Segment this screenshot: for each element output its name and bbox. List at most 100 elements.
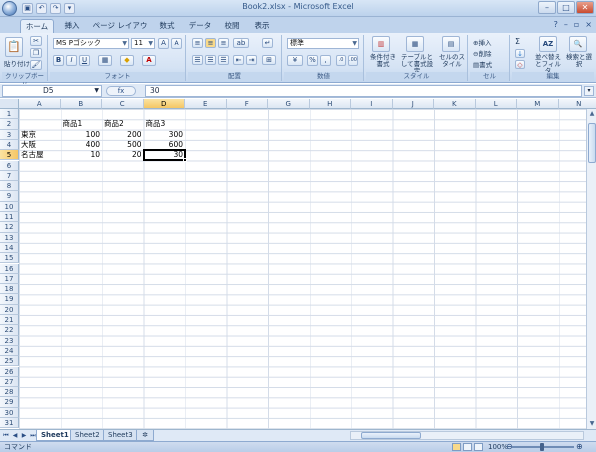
- row-header-12[interactable]: 12: [0, 222, 19, 233]
- row-header-27[interactable]: 27: [0, 376, 19, 388]
- percent-button[interactable]: %: [307, 55, 318, 66]
- row-header-24[interactable]: 24: [0, 345, 19, 357]
- cell-b3[interactable]: 100: [61, 130, 103, 140]
- format-cells-button[interactable]: ▤書式: [473, 59, 492, 69]
- cell-c4[interactable]: 500: [102, 140, 144, 150]
- row-header-21[interactable]: 21: [0, 315, 19, 326]
- page-break-view-icon[interactable]: [474, 443, 483, 451]
- row-header-30[interactable]: 30: [0, 407, 19, 418]
- row-header-25[interactable]: 25: [0, 356, 19, 367]
- find-select-icon[interactable]: 🔍: [569, 36, 587, 52]
- row-header-18[interactable]: 18: [0, 284, 19, 295]
- row-header-3[interactable]: 3: [0, 129, 19, 140]
- row-header-29[interactable]: 29: [0, 397, 19, 408]
- row-header-4[interactable]: 4: [0, 139, 19, 151]
- tab-page-layout[interactable]: ページ レイアウト: [92, 19, 148, 43]
- column-header-a[interactable]: A: [19, 99, 61, 109]
- cell-a4[interactable]: 大阪: [19, 140, 61, 150]
- currency-icon[interactable]: ¥: [287, 55, 303, 66]
- fill-handle[interactable]: [183, 158, 187, 163]
- help-icon[interactable]: ?: [554, 20, 558, 29]
- decrease-indent-icon[interactable]: ⇤: [233, 55, 244, 65]
- cell-b4[interactable]: 400: [61, 140, 103, 150]
- scroll-down-icon[interactable]: ▼: [587, 419, 596, 429]
- cell-b5[interactable]: 10: [61, 150, 103, 160]
- cell-styles-label[interactable]: セルのスタイル: [437, 54, 467, 68]
- normal-view-icon[interactable]: [452, 443, 461, 451]
- cell-c3[interactable]: 200: [102, 130, 144, 140]
- row-header-31[interactable]: 31: [0, 418, 19, 429]
- formula-input[interactable]: 30: [145, 85, 582, 97]
- column-header-m[interactable]: M: [517, 99, 559, 109]
- font-name-select[interactable]: MS Pゴシック ▼: [53, 38, 129, 49]
- row-header-16[interactable]: 16: [0, 263, 19, 274]
- bold-button[interactable]: B: [53, 55, 64, 66]
- tab-data[interactable]: データ: [186, 19, 214, 33]
- merge-center-icon[interactable]: ⊞: [262, 55, 276, 65]
- font-size-select[interactable]: 11 ▼: [131, 38, 155, 49]
- row-header-17[interactable]: 17: [0, 273, 19, 285]
- row-header-1[interactable]: 1: [0, 109, 19, 120]
- comma-button[interactable]: ,: [320, 55, 331, 66]
- shrink-font-icon[interactable]: A: [171, 38, 182, 49]
- next-sheet-icon[interactable]: ▶: [20, 431, 28, 440]
- name-box[interactable]: D5 ▼: [2, 85, 102, 97]
- tab-insert[interactable]: 挿入: [58, 19, 86, 33]
- column-header-c[interactable]: C: [102, 99, 144, 109]
- prev-sheet-icon[interactable]: ◀: [11, 431, 19, 440]
- row-header-28[interactable]: 28: [0, 387, 19, 398]
- align-top-icon[interactable]: ≡: [192, 38, 203, 48]
- sheet-tab-sheet2[interactable]: Sheet2: [70, 430, 105, 441]
- italic-button[interactable]: I: [66, 55, 77, 66]
- cell-a3[interactable]: 東京: [19, 130, 61, 140]
- insert-sheet-icon[interactable]: ✲: [136, 430, 154, 441]
- column-header-i[interactable]: I: [351, 99, 393, 109]
- column-header-g[interactable]: G: [268, 99, 310, 109]
- format-as-table-icon[interactable]: ▦: [406, 36, 424, 52]
- paste-icon[interactable]: 📋: [5, 37, 23, 57]
- cell-styles-icon[interactable]: ▤: [442, 36, 460, 52]
- wrap-text-icon[interactable]: ↵: [262, 38, 273, 48]
- cell-b2[interactable]: 商品1: [61, 119, 103, 129]
- vertical-scrollbar[interactable]: ▲ ▼: [586, 109, 596, 429]
- row-header-19[interactable]: 19: [0, 294, 19, 305]
- sort-filter-icon[interactable]: AZ: [539, 36, 557, 52]
- maximize-button[interactable]: □: [557, 1, 575, 14]
- zoom-in-icon[interactable]: ⊕: [576, 442, 583, 452]
- insert-function-button[interactable]: fx: [106, 86, 136, 96]
- conditional-format-label[interactable]: 条件付き書式: [367, 54, 399, 68]
- increase-indent-icon[interactable]: ⇥: [246, 55, 257, 65]
- expand-formula-bar-icon[interactable]: ▾: [584, 86, 594, 96]
- sheet-tab-sheet1[interactable]: Sheet1: [36, 430, 74, 441]
- align-bottom-icon[interactable]: ≡: [218, 38, 229, 48]
- delete-cells-button[interactable]: ⊖削除: [473, 48, 491, 58]
- column-header-e[interactable]: E: [185, 99, 227, 109]
- first-sheet-icon[interactable]: ⏮: [2, 431, 10, 440]
- fill-color-icon[interactable]: ◆: [120, 55, 134, 66]
- column-header-k[interactable]: K: [434, 99, 476, 109]
- column-header-b[interactable]: B: [60, 99, 102, 109]
- cell-c5[interactable]: 20: [102, 150, 144, 160]
- scroll-up-icon[interactable]: ▲: [587, 109, 596, 119]
- ribbon-close-icon[interactable]: ×: [585, 20, 592, 29]
- decrease-decimal-icon[interactable]: .00: [348, 55, 358, 66]
- zoom-level[interactable]: 100%: [488, 442, 508, 452]
- underline-button[interactable]: U: [79, 55, 90, 66]
- number-format-select[interactable]: 標準 ▼: [287, 38, 359, 49]
- align-center-icon[interactable]: ☰: [205, 55, 216, 65]
- cut-icon[interactable]: ✂: [30, 36, 42, 46]
- conditional-format-icon[interactable]: ▥: [372, 36, 390, 52]
- cell-a5[interactable]: 名古屋: [19, 150, 61, 160]
- row-header-14[interactable]: 14: [0, 242, 19, 254]
- column-header-n[interactable]: N: [558, 99, 596, 109]
- page-layout-view-icon[interactable]: [463, 443, 472, 451]
- find-select-label[interactable]: 検索と選択: [565, 54, 593, 68]
- row-header-5[interactable]: 5: [0, 150, 19, 161]
- row-header-6[interactable]: 6: [0, 160, 19, 171]
- ribbon-minimize-icon[interactable]: –: [564, 20, 568, 29]
- cell-d2[interactable]: 商品3: [144, 119, 186, 129]
- column-header-d[interactable]: D: [143, 99, 185, 109]
- horizontal-scrollbar[interactable]: [350, 431, 584, 440]
- row-header-13[interactable]: 13: [0, 232, 19, 243]
- column-header-j[interactable]: J: [392, 99, 434, 109]
